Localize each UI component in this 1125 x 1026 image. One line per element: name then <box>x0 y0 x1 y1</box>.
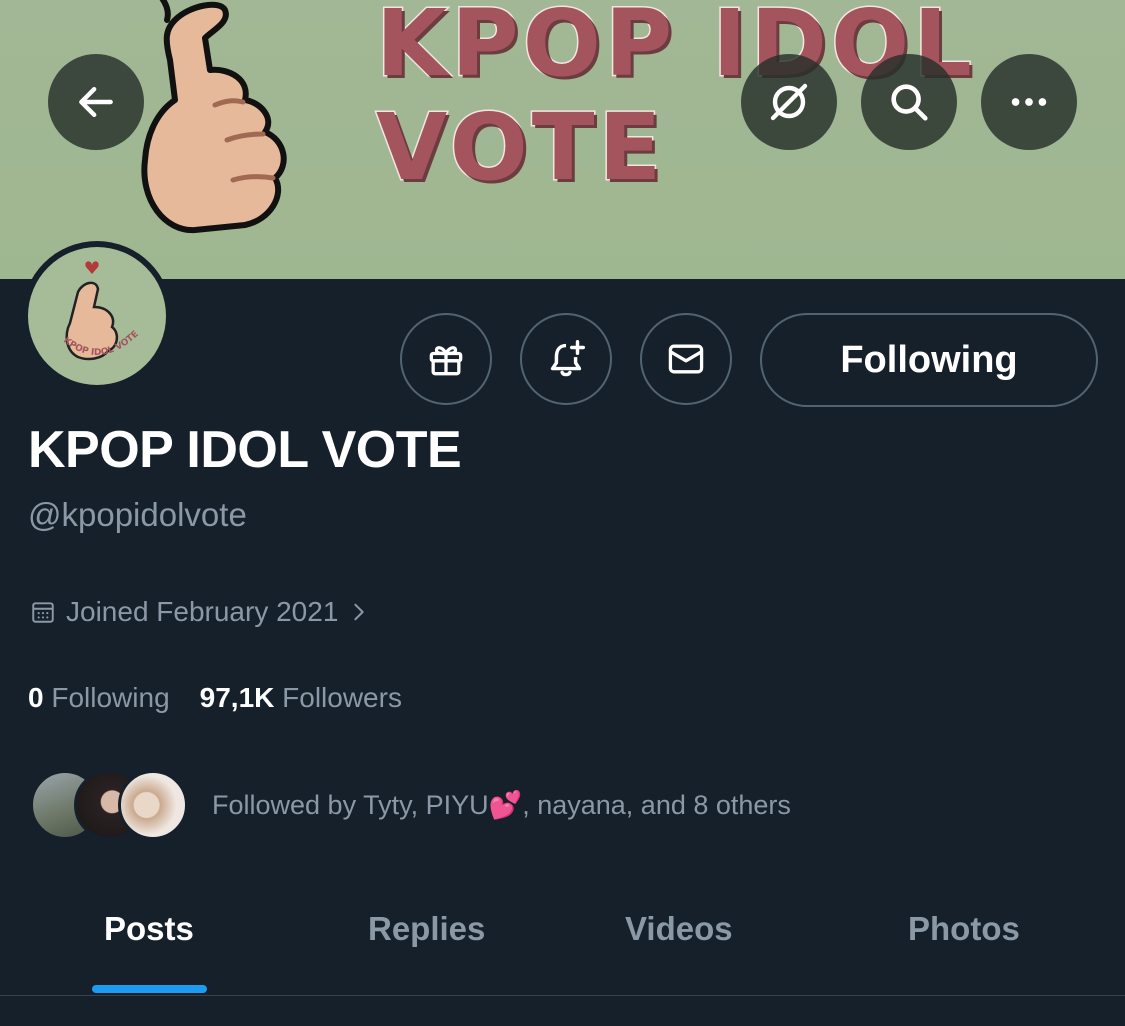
profile-name: KPOP IDOL VOTE <box>28 421 462 479</box>
grok-icon <box>770 83 808 121</box>
following-label: Following <box>51 682 170 713</box>
chevron-right-icon <box>354 603 365 621</box>
following-button[interactable]: Following <box>760 313 1098 407</box>
finger-heart-hand-image <box>141 0 287 234</box>
notifications-button[interactable] <box>520 313 612 405</box>
profile-avatar[interactable]: KPOP IDOL VOTE <box>22 241 172 391</box>
envelope-icon <box>668 344 704 374</box>
profile-banner[interactable]: KPOP IDOL VOTE <box>0 0 1125 279</box>
search-button[interactable] <box>861 54 957 150</box>
profile-handle: @kpopidolvote <box>28 496 247 533</box>
avatar-logo-image: KPOP IDOL VOTE <box>61 261 141 361</box>
back-button[interactable] <box>48 54 144 150</box>
following-count: 0 <box>28 682 44 713</box>
gift-button[interactable] <box>400 313 492 405</box>
follower-avatar <box>118 770 188 840</box>
profile-stats: 0 Following 97,1K Followers <box>28 682 402 714</box>
bell-plus-icon <box>550 340 585 377</box>
following-button-label: Following <box>840 338 1018 381</box>
gift-icon <box>429 346 463 376</box>
grok-button[interactable] <box>741 54 837 150</box>
followed-by-text: Followed by Tyty, PIYU💕, nayana, and 8 o… <box>212 790 791 820</box>
more-button[interactable] <box>981 54 1077 150</box>
search-icon <box>891 84 928 121</box>
more-icon <box>1011 98 1047 106</box>
followed-by[interactable]: Followed by Tyty, PIYU💕, nayana, and 8 o… <box>30 770 791 840</box>
tab-replies[interactable]: Replies <box>368 910 485 948</box>
tab-photos[interactable]: Photos <box>908 910 1020 948</box>
joined-text: Joined February 2021 <box>66 596 339 627</box>
followers-count-link[interactable]: 97,1K Followers <box>200 682 402 714</box>
profile-tabs: Posts Replies Videos Photos <box>0 880 1125 996</box>
followers-label: Followers <box>282 682 402 713</box>
message-button[interactable] <box>640 313 732 405</box>
tab-videos[interactable]: Videos <box>625 910 733 948</box>
arrow-left-icon <box>79 86 113 118</box>
joined-date[interactable]: Joined February 2021 <box>30 596 370 628</box>
calendar-icon <box>32 602 54 623</box>
active-tab-indicator <box>92 985 207 993</box>
following-count-link[interactable]: 0 Following <box>28 682 170 714</box>
tab-posts[interactable]: Posts <box>104 910 194 948</box>
followers-count: 97,1K <box>199 682 275 713</box>
